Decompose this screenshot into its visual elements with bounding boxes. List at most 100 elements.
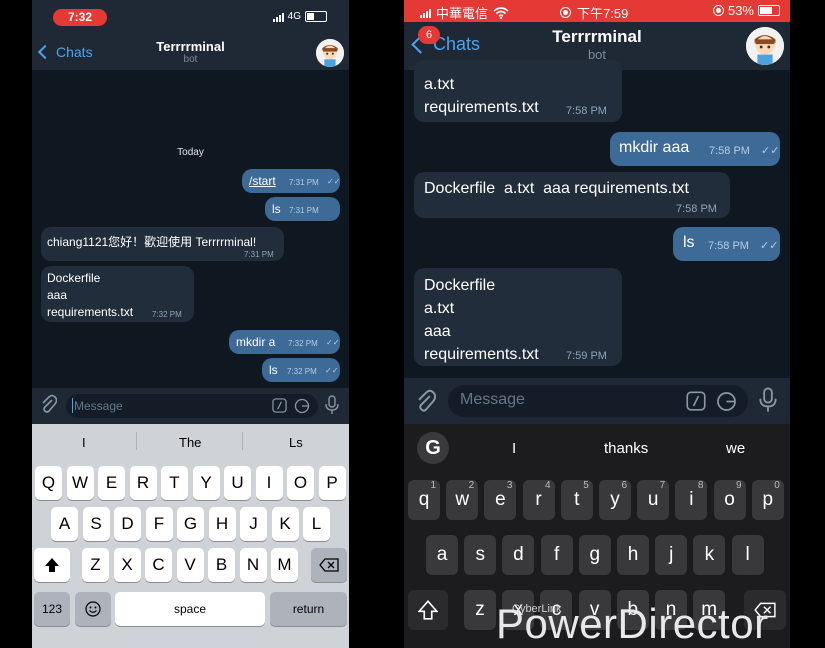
key-k[interactable]: K bbox=[271, 507, 299, 541]
key-o[interactable]: o9 bbox=[713, 480, 746, 520]
shift-key[interactable] bbox=[34, 548, 70, 582]
key-d[interactable]: D bbox=[114, 507, 141, 541]
key-r[interactable]: R bbox=[129, 466, 157, 500]
orientation-lock-icon bbox=[712, 5, 724, 16]
paperclip-icon[interactable] bbox=[414, 389, 437, 418]
key-i[interactable]: i8 bbox=[675, 480, 708, 520]
key-j[interactable]: j bbox=[655, 535, 688, 575]
key-q[interactable]: Q bbox=[35, 466, 62, 500]
key-g[interactable]: g bbox=[578, 535, 611, 575]
double-check-icon: ✓✓ bbox=[761, 145, 780, 157]
message-bubble[interactable]: Dockerfile a.txt aaa requirements.txt 7:… bbox=[414, 268, 622, 366]
key-r[interactable]: r4 bbox=[522, 480, 555, 520]
key-u[interactable]: u7 bbox=[637, 480, 670, 520]
key-t[interactable]: T bbox=[161, 466, 188, 500]
command-icon[interactable] bbox=[686, 391, 706, 416]
message-bubble[interactable]: mkdir aaa 7:58 PM ✓✓ bbox=[610, 132, 780, 166]
numbers-key[interactable]: 123 bbox=[34, 592, 70, 626]
key-a[interactable]: a bbox=[426, 535, 458, 575]
key-c[interactable]: C bbox=[145, 548, 172, 582]
message-list[interactable]: Today /start 7:31 PM ✓✓ ls 7:31 PM chian… bbox=[32, 70, 349, 388]
key-t[interactable]: t5 bbox=[560, 480, 593, 520]
key-p[interactable]: P bbox=[318, 466, 346, 500]
key-m[interactable]: M bbox=[271, 548, 298, 582]
key-i[interactable]: I bbox=[255, 466, 283, 500]
key-n[interactable]: N bbox=[239, 548, 267, 582]
key-number-hint: 7 bbox=[659, 480, 666, 491]
message-bubble[interactable]: ls 7:32 PM ✓✓ bbox=[262, 358, 340, 382]
status-bar: 7:32 4G bbox=[32, 0, 349, 36]
suggestion[interactable]: thanks bbox=[604, 440, 648, 457]
google-g-icon[interactable]: G bbox=[417, 432, 449, 464]
key-f[interactable]: F bbox=[145, 507, 173, 541]
key-y[interactable]: Y bbox=[192, 466, 220, 500]
shift-key[interactable] bbox=[408, 590, 448, 630]
message-time: 7:58 PM bbox=[566, 105, 607, 117]
message-bubble[interactable]: mkdir a 7:32 PM ✓✓ bbox=[229, 330, 340, 354]
bot-avatar[interactable] bbox=[316, 39, 344, 67]
message-text[interactable]: /start bbox=[249, 174, 276, 188]
suggestion[interactable]: The bbox=[179, 435, 201, 450]
key-g[interactable]: G bbox=[177, 507, 204, 541]
key-f[interactable]: f bbox=[540, 535, 573, 575]
backspace-key[interactable] bbox=[311, 548, 347, 582]
key-w[interactable]: W bbox=[66, 466, 94, 500]
key-u[interactable]: U bbox=[224, 466, 251, 500]
key-e[interactable]: E bbox=[98, 466, 125, 500]
microphone-icon[interactable] bbox=[759, 387, 777, 418]
chat-title[interactable]: Terrrrminal bbox=[32, 39, 349, 54]
message-bubble[interactable]: ls 7:31 PM bbox=[265, 197, 340, 221]
battery-icon bbox=[305, 11, 327, 22]
key-y[interactable]: y6 bbox=[599, 480, 631, 520]
key-x[interactable]: X bbox=[113, 548, 141, 582]
key-k[interactable]: k bbox=[693, 535, 726, 575]
suggestion[interactable]: I bbox=[512, 440, 516, 457]
key-z[interactable]: z bbox=[464, 590, 496, 630]
suggestion[interactable]: we bbox=[726, 440, 745, 457]
message-bubble[interactable]: /start 7:31 PM ✓✓ bbox=[242, 169, 340, 193]
message-time: 7:32 PM bbox=[288, 339, 318, 348]
return-key[interactable]: return bbox=[270, 592, 347, 626]
sticker-icon[interactable] bbox=[294, 398, 310, 419]
message-bubble[interactable]: a.txt requirements.txt 7:58 PM bbox=[414, 60, 622, 122]
key-s[interactable]: s bbox=[464, 535, 497, 575]
key-h[interactable]: h bbox=[617, 535, 649, 575]
key-z[interactable]: Z bbox=[82, 548, 109, 582]
command-icon[interactable] bbox=[272, 398, 287, 418]
key-j[interactable]: J bbox=[240, 507, 267, 541]
key-b[interactable]: B bbox=[208, 548, 235, 582]
suggestion[interactable]: I bbox=[82, 435, 86, 450]
message-bubble[interactable]: Dockerfile aaa requirements.txt 7:32 PM bbox=[41, 266, 194, 322]
key-p[interactable]: p0 bbox=[751, 480, 784, 520]
key-o[interactable]: O bbox=[287, 466, 314, 500]
key-w[interactable]: w2 bbox=[446, 480, 479, 520]
message-list[interactable]: a.txt requirements.txt 7:58 PM mkdir aaa… bbox=[404, 60, 790, 378]
key-e[interactable]: e3 bbox=[484, 480, 517, 520]
message-bubble[interactable]: ls 7:58 PM ✓✓ bbox=[673, 227, 780, 261]
message-text: Dockerfile aaa requirements.txt bbox=[47, 271, 134, 319]
key-q[interactable]: q1 bbox=[408, 480, 440, 520]
key-h[interactable]: H bbox=[208, 507, 236, 541]
message-bubble[interactable]: Dockerfile a.txt aaa requirements.txt 7:… bbox=[414, 172, 730, 218]
date-separator: Today bbox=[177, 147, 204, 158]
suggestion[interactable]: Ls bbox=[289, 435, 303, 450]
emoji-key[interactable] bbox=[75, 592, 111, 626]
message-input[interactable]: Message bbox=[66, 394, 318, 418]
microphone-icon[interactable] bbox=[325, 395, 339, 420]
bot-avatar[interactable] bbox=[746, 27, 784, 65]
space-key[interactable]: space bbox=[115, 592, 265, 626]
sticker-icon[interactable] bbox=[716, 391, 737, 417]
paperclip-icon[interactable] bbox=[39, 394, 58, 419]
message-bubble[interactable]: chiang1121您好！歡迎使用 Terrrrminal! 7:31 PM bbox=[41, 227, 284, 261]
key-s[interactable]: S bbox=[82, 507, 110, 541]
signal-icon bbox=[272, 12, 284, 22]
key-l[interactable]: l bbox=[731, 535, 764, 575]
key-v[interactable]: V bbox=[176, 548, 204, 582]
key-l[interactable]: L bbox=[303, 507, 330, 541]
key-number-hint: 9 bbox=[736, 480, 742, 491]
key-a[interactable]: A bbox=[51, 507, 78, 541]
chat-title[interactable]: Terrrrminal bbox=[404, 27, 790, 47]
message-input[interactable]: Message bbox=[448, 385, 748, 417]
key-d[interactable]: d bbox=[502, 535, 535, 575]
suggestion-bar: I The Ls bbox=[32, 424, 349, 460]
